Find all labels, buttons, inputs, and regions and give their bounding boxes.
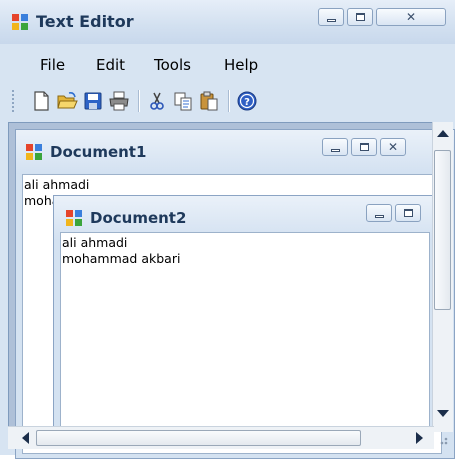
horizontal-scroll-thumb[interactable]	[36, 430, 361, 446]
menu-file[interactable]: File	[40, 52, 65, 78]
main-window: Text Editor ✕ File Edit Tools Help ? Doc…	[0, 0, 455, 459]
maximize-icon	[356, 13, 365, 21]
minimize-icon	[327, 19, 336, 22]
document2-icon	[66, 210, 82, 226]
scroll-left-arrow-icon[interactable]	[22, 432, 29, 444]
cut-icon	[150, 92, 164, 110]
copy-button[interactable]	[172, 90, 194, 112]
horizontal-scrollbar[interactable]	[8, 426, 434, 449]
toolbar-separator	[228, 90, 230, 112]
print-icon	[109, 91, 129, 111]
app-icon	[12, 14, 28, 30]
close-button[interactable]: ✕	[376, 8, 446, 26]
toolbar-grip[interactable]	[12, 90, 14, 112]
minimize-icon	[331, 149, 340, 152]
menu-tools[interactable]: Tools	[154, 52, 191, 78]
document1-minimize-button[interactable]	[322, 138, 348, 156]
new-button[interactable]	[30, 90, 52, 112]
document2-window: Document2 ali ahmadi mohammad akbari	[53, 195, 433, 435]
print-button[interactable]	[108, 90, 130, 112]
mdi-client-area: Document1 ✕ ali ahmadi moha Document2 al…	[8, 122, 455, 459]
copy-icon	[174, 92, 192, 111]
document1-title-bar[interactable]: Document1 ✕	[16, 130, 454, 174]
scroll-right-arrow-icon[interactable]	[416, 432, 423, 444]
paste-icon	[200, 91, 218, 111]
scroll-down-arrow-icon[interactable]	[437, 410, 449, 417]
document1-line-1: ali ahmadi	[24, 177, 90, 192]
open-button[interactable]	[56, 90, 78, 112]
document2-maximize-button[interactable]	[395, 204, 421, 222]
vertical-scrollbar[interactable]	[432, 122, 453, 432]
maximize-icon	[404, 209, 413, 217]
open-icon	[57, 92, 78, 109]
vertical-scroll-thumb[interactable]	[434, 150, 451, 310]
size-grip-icon[interactable]	[436, 432, 450, 446]
maximize-icon	[360, 143, 369, 151]
document2-line-1: ali ahmadi	[62, 235, 128, 250]
document1-close-button[interactable]: ✕	[380, 138, 406, 156]
help-button[interactable]: ?	[236, 90, 258, 112]
close-icon: ✕	[405, 10, 417, 24]
document1-title: Document1	[50, 143, 147, 161]
document1-maximize-button[interactable]	[351, 138, 377, 156]
window-title: Text Editor	[36, 12, 134, 31]
menu-edit[interactable]: Edit	[96, 52, 125, 78]
menu-help[interactable]: Help	[224, 52, 258, 78]
document1-icon	[26, 144, 42, 160]
document2-title: Document2	[90, 209, 187, 227]
save-icon	[84, 92, 102, 110]
cut-button[interactable]	[146, 90, 168, 112]
document2-minimize-button[interactable]	[366, 204, 392, 222]
close-icon: ✕	[387, 140, 399, 154]
scroll-up-arrow-icon[interactable]	[437, 130, 449, 137]
document2-line-2: mohammad akbari	[62, 251, 181, 266]
title-bar[interactable]: Text Editor ✕	[0, 0, 455, 44]
svg-text:?: ?	[244, 97, 250, 108]
minimize-button[interactable]	[318, 8, 344, 26]
new-icon	[34, 91, 49, 111]
minimize-icon	[375, 215, 384, 218]
toolbar: ?	[8, 84, 448, 118]
help-icon: ?	[237, 91, 257, 111]
toolbar-separator	[138, 90, 140, 112]
maximize-button[interactable]	[347, 8, 373, 26]
save-button[interactable]	[82, 90, 104, 112]
document2-textbox[interactable]: ali ahmadi mohammad akbari	[60, 232, 430, 432]
paste-button[interactable]	[198, 90, 220, 112]
